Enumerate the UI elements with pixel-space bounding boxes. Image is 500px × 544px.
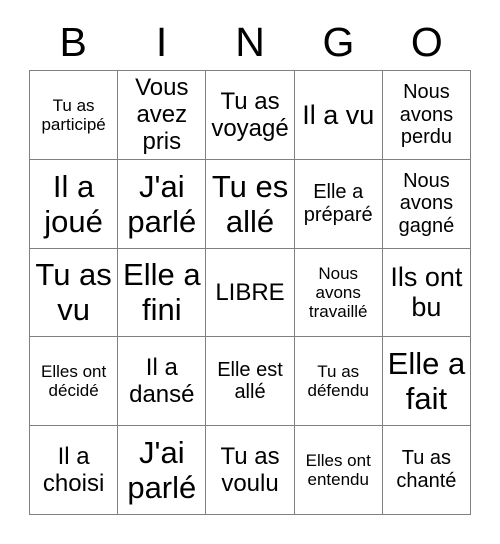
- bingo-row: Elles ont décidé Il a dansé Elle est all…: [30, 337, 472, 427]
- bingo-cell[interactable]: Il a vu: [294, 71, 383, 160]
- bingo-cell-label: Tu as vu: [35, 257, 112, 328]
- bingo-cell[interactable]: J'ai parlé: [118, 426, 207, 515]
- bingo-cell-label: Elle est allé: [217, 358, 283, 404]
- bingo-cell[interactable]: Elles ont décidé: [30, 337, 119, 427]
- bingo-cell-label: Elle a fini: [123, 257, 201, 328]
- bingo-cell-label: Ils ont bu: [390, 261, 463, 323]
- bingo-cell-label: Il a choisi: [42, 442, 105, 498]
- bingo-cell[interactable]: Il a choisi: [30, 426, 119, 515]
- bingo-cell[interactable]: Tu es allé: [206, 159, 295, 249]
- bingo-cell-label: Elles ont décidé: [41, 362, 107, 401]
- bingo-cell[interactable]: Nous avons gagné: [382, 159, 472, 249]
- bingo-header-letter-n: N: [235, 18, 265, 65]
- bingo-row: Il a choisi J'ai parlé Tu as voulu Elles…: [30, 426, 472, 515]
- bingo-cell-label: Tu as défendu: [307, 362, 369, 401]
- bingo-cell-label: Tu as voyagé: [211, 87, 289, 142]
- bingo-cell[interactable]: Elle a fait: [382, 337, 472, 427]
- bingo-cell-label: Tu as participé: [41, 95, 106, 134]
- bingo-cell[interactable]: Tu as vu: [30, 248, 119, 338]
- bingo-header-letter-b: B: [59, 18, 87, 65]
- bingo-cell[interactable]: Tu as chanté: [382, 426, 472, 515]
- bingo-cell-label: Tu as voulu: [220, 442, 280, 498]
- bingo-cell[interactable]: Il a dansé: [118, 337, 207, 427]
- bingo-cell-label: Nous avons gagné: [398, 169, 455, 237]
- bingo-cell[interactable]: Elles ont entendu: [294, 426, 383, 515]
- bingo-cell[interactable]: Elle a fini: [118, 248, 207, 338]
- bingo-free-cell[interactable]: LIBRE: [206, 248, 295, 338]
- bingo-header-letter-g: G: [322, 18, 355, 65]
- bingo-cell-label: Il a joué: [44, 168, 103, 239]
- bingo-cell-label: Elle a préparé: [303, 181, 373, 226]
- bingo-row: Il a joué J'ai parlé Tu es allé Elle a p…: [30, 159, 472, 249]
- bingo-cell[interactable]: Tu as participé: [30, 71, 119, 160]
- bingo-cell[interactable]: Il a joué: [30, 159, 119, 249]
- bingo-cell[interactable]: Elle a préparé: [294, 159, 383, 249]
- bingo-cell[interactable]: Tu as voyagé: [206, 71, 295, 160]
- bingo-cell-label: Tu es allé: [211, 168, 289, 239]
- bingo-cell[interactable]: Vous avez pris: [118, 71, 207, 160]
- bingo-cell[interactable]: Nous avons travaillé: [294, 248, 383, 338]
- bingo-cell-label: Il a vu: [302, 99, 375, 130]
- bingo-cell[interactable]: Nous avons perdu: [382, 71, 472, 160]
- bingo-header-row: B I N G O: [29, 14, 471, 70]
- bingo-card: B I N G O Tu as participé Vous avez pris…: [0, 0, 500, 544]
- bingo-header-letter-o: O: [410, 18, 443, 65]
- bingo-grid: Tu as participé Vous avez pris Tu as voy…: [29, 70, 472, 515]
- bingo-row: Tu as participé Vous avez pris Tu as voy…: [30, 71, 472, 160]
- bingo-cell-label: Il a dansé: [129, 354, 195, 409]
- bingo-cell-label: Vous avez pris: [135, 74, 189, 156]
- bingo-cell-label: Nous avons perdu: [399, 81, 454, 149]
- bingo-cell-label: Elle a fait: [387, 346, 466, 417]
- bingo-free-label: LIBRE: [215, 278, 285, 306]
- bingo-cell-label: J'ai parlé: [127, 435, 197, 506]
- bingo-cell-label: J'ai parlé: [127, 168, 197, 239]
- bingo-row: Tu as vu Elle a fini LIBRE Nous avons tr…: [30, 248, 472, 338]
- bingo-cell[interactable]: Tu as voulu: [206, 426, 295, 515]
- bingo-cell[interactable]: Ils ont bu: [382, 248, 472, 338]
- bingo-cell-label: Nous avons travaillé: [308, 263, 368, 322]
- bingo-header-letter-i: I: [155, 18, 168, 65]
- bingo-cell[interactable]: J'ai parlé: [118, 159, 207, 249]
- bingo-cell-label: Elles ont entendu: [305, 450, 371, 490]
- bingo-cell[interactable]: Tu as défendu: [294, 337, 383, 427]
- bingo-cell[interactable]: Elle est allé: [206, 337, 295, 427]
- bingo-cell-label: Tu as chanté: [396, 447, 457, 493]
